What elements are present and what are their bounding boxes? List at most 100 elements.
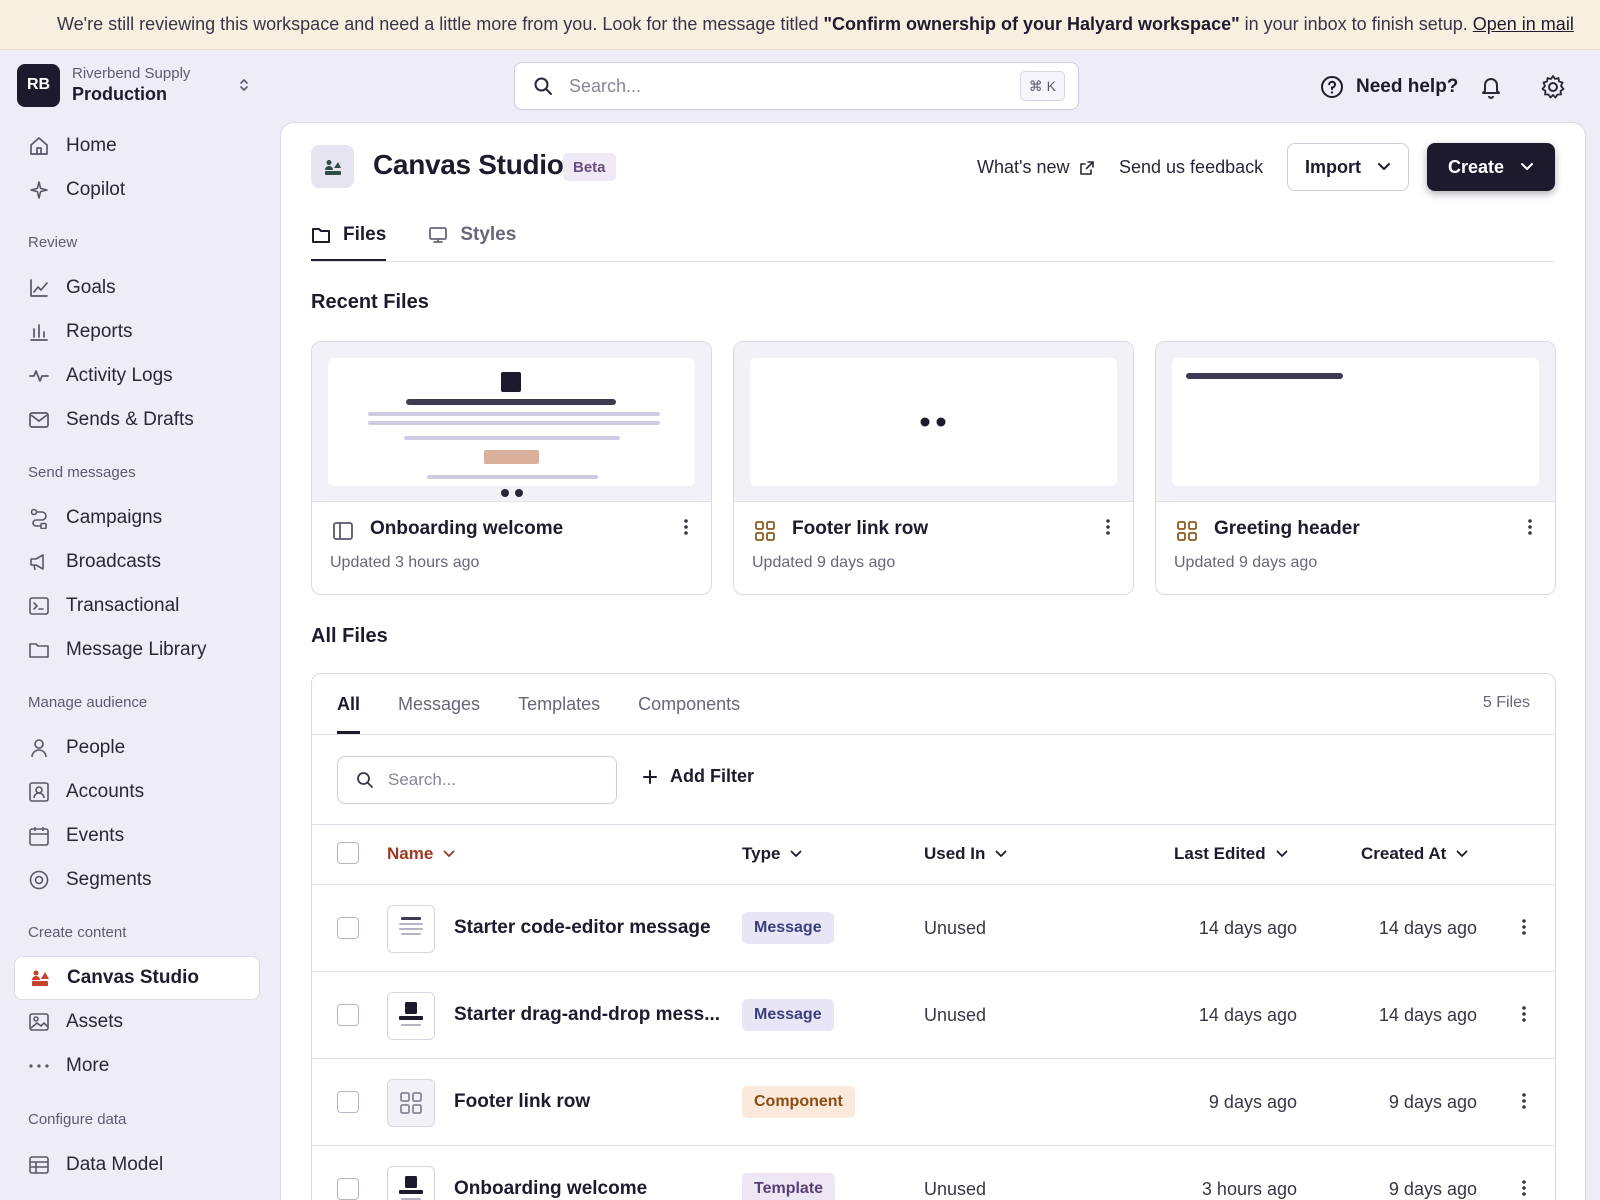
whats-new-link[interactable]: What's new: [977, 157, 1095, 178]
kebab-menu-icon[interactable]: [1527, 518, 1533, 536]
sidebar-item-message-library[interactable]: Message Library: [14, 628, 260, 672]
column-header-used-in[interactable]: Used In: [924, 844, 1007, 864]
row-checkbox[interactable]: [337, 1091, 359, 1113]
recent-card-onboarding-welcome[interactable]: Onboarding welcome Updated 3 hours ago: [311, 341, 712, 595]
chevron-down-icon: [790, 850, 802, 858]
files-search-input[interactable]: Search...: [337, 756, 617, 804]
used-in-value: Unused: [924, 1179, 987, 1199]
layout-icon: [332, 520, 354, 542]
sidebar-item-campaigns[interactable]: Campaigns: [14, 496, 260, 540]
sidebar-item-reports[interactable]: Reports: [14, 310, 260, 354]
sidebar-item-more[interactable]: More: [14, 1044, 260, 1088]
trend-icon: [28, 277, 50, 299]
page-title: Canvas Studio: [373, 149, 564, 180]
add-filter-button[interactable]: Add Filter: [642, 766, 754, 787]
recent-card-greeting-header[interactable]: Greeting header Updated 9 days ago: [1155, 341, 1556, 595]
type-badge: Message: [742, 999, 834, 1031]
table-row[interactable]: Footer link row Component 9 days ago 9 d…: [312, 1059, 1555, 1146]
column-header-last-edited[interactable]: Last Edited: [1174, 844, 1288, 864]
file-name-link[interactable]: Starter code-editor message: [454, 917, 711, 939]
row-checkbox[interactable]: [337, 1004, 359, 1026]
sidebar-section-title: Create content: [28, 924, 127, 941]
banner-text: We're still reviewing this workspace and…: [57, 14, 819, 34]
created-at-value: 14 days ago: [1378, 1005, 1477, 1025]
sidebar-item-activity-logs[interactable]: Activity Logs: [14, 354, 260, 398]
sidebar-item-home[interactable]: Home: [14, 124, 260, 168]
column-header-type[interactable]: Type: [742, 844, 802, 864]
last-edited-value: 9 days ago: [1208, 1092, 1297, 1112]
sidebar-item-label: Sends & Drafts: [66, 409, 194, 430]
table-icon: [28, 1154, 50, 1176]
table-row[interactable]: Starter code-editor message Message Unus…: [312, 885, 1555, 972]
filter-tab-all[interactable]: All: [337, 674, 361, 734]
file-name-link[interactable]: Onboarding welcome: [454, 1178, 647, 1200]
sidebar-item-label: Broadcasts: [66, 551, 162, 572]
component-icon: [754, 520, 776, 542]
workspace-switcher[interactable]: RB Riverbend Supply Production: [17, 63, 263, 107]
kebab-menu-icon[interactable]: [1521, 1005, 1527, 1023]
send-feedback-link[interactable]: Send us feedback: [1119, 157, 1263, 178]
kebab-menu-icon[interactable]: [1105, 518, 1111, 536]
global-search[interactable]: Search... ⌘ K: [514, 62, 1079, 110]
bell-icon[interactable]: [1478, 74, 1504, 100]
kebab-menu-icon[interactable]: [1521, 1179, 1527, 1197]
sidebar-item-canvas-studio[interactable]: Canvas Studio: [14, 956, 260, 1000]
create-label: Create: [1447, 156, 1505, 177]
sidebar-item-goals[interactable]: Goals: [14, 266, 260, 310]
select-all-checkbox[interactable]: [337, 842, 359, 864]
kebab-menu-icon[interactable]: [683, 518, 689, 536]
sidebar-item-label: Accounts: [66, 781, 145, 802]
terminal-icon: [28, 595, 50, 617]
add-filter-label: Add Filter: [670, 766, 754, 786]
sidebar-item-label: People: [66, 737, 126, 758]
main-panel: Canvas Studio Beta What's new Send us fe…: [280, 122, 1586, 1200]
sparkle-icon: [28, 179, 50, 201]
chevron-down-icon: [443, 850, 455, 858]
sidebar-item-accounts[interactable]: Accounts: [14, 770, 260, 814]
sidebar-item-label: Activity Logs: [66, 365, 173, 386]
open-in-mail-link[interactable]: Open in mail: [1473, 14, 1574, 35]
sidebar-item-label: Home: [66, 135, 117, 156]
file-name-link[interactable]: Footer link row: [454, 1091, 590, 1113]
kebab-menu-icon[interactable]: [1521, 918, 1527, 936]
tab-styles[interactable]: Styles: [428, 209, 516, 261]
import-button[interactable]: Import: [1287, 143, 1409, 191]
gear-icon[interactable]: [1540, 74, 1566, 100]
sidebar-item-segments[interactable]: Segments: [14, 858, 260, 902]
column-header-name[interactable]: Name: [387, 844, 455, 864]
create-button[interactable]: Create: [1427, 143, 1555, 191]
filter-tab-messages[interactable]: Messages: [398, 674, 480, 734]
canvas-studio-icon: [311, 145, 354, 188]
file-name-link[interactable]: Starter drag-and-drop mess...: [454, 1004, 720, 1026]
sidebar-item-label: Data Model: [66, 1154, 164, 1175]
used-in-value: Unused: [924, 1005, 987, 1025]
target-icon: [28, 869, 50, 891]
tab-files[interactable]: Files: [311, 209, 387, 262]
sidebar-item-sends-and-drafts[interactable]: Sends & Drafts: [14, 398, 260, 442]
sidebar-item-copilot[interactable]: Copilot: [14, 168, 260, 212]
kebab-menu-icon[interactable]: [1521, 1092, 1527, 1110]
chevron-down-icon: [995, 850, 1007, 858]
files-search-placeholder: Search...: [388, 770, 457, 789]
last-edited-value: 3 hours ago: [1201, 1179, 1297, 1199]
last-edited-value: 14 days ago: [1198, 918, 1297, 938]
sidebar-item-broadcasts[interactable]: Broadcasts: [14, 540, 260, 584]
sidebar-item-data-model[interactable]: Data Model: [14, 1143, 260, 1187]
filter-tab-templates[interactable]: Templates: [518, 674, 600, 734]
help-button[interactable]: Need help?: [1320, 72, 1458, 102]
chevron-updown-icon: [237, 76, 251, 94]
sidebar-item-transactional[interactable]: Transactional: [14, 584, 260, 628]
column-header-created-at[interactable]: Created At: [1361, 844, 1468, 864]
account-icon: [28, 781, 50, 803]
sidebar-item-assets[interactable]: Assets: [14, 1000, 260, 1044]
sidebar-item-people[interactable]: People: [14, 726, 260, 770]
table-row[interactable]: Starter drag-and-drop mess... Message Un…: [312, 972, 1555, 1059]
row-checkbox[interactable]: [337, 1178, 359, 1200]
sidebar-item-events[interactable]: Events: [14, 814, 260, 858]
filter-tab-components[interactable]: Components: [638, 674, 740, 734]
table-row[interactable]: Onboarding welcome Template Unused 3 hou…: [312, 1146, 1555, 1200]
divider: [312, 824, 1555, 825]
type-badge: Message: [742, 912, 834, 944]
row-checkbox[interactable]: [337, 917, 359, 939]
recent-card-footer-link-row[interactable]: Footer link row Updated 9 days ago: [733, 341, 1134, 595]
